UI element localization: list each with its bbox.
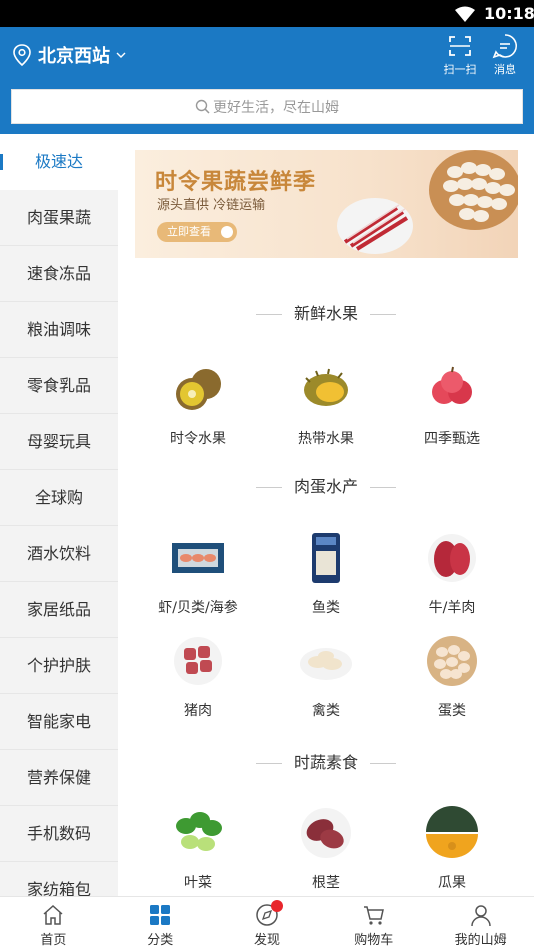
category-item-label: 时令水果 xyxy=(170,431,226,447)
category-item-beef-lamb[interactable]: 牛/羊肉 xyxy=(382,531,522,617)
section-title-vegetables: 时蔬素食 xyxy=(118,749,534,773)
poultry-icon xyxy=(300,648,352,680)
leafy-greens-icon xyxy=(176,812,222,851)
section-title-meat-egg-seafood: 肉蛋水产 xyxy=(118,473,534,497)
banner-food-image xyxy=(337,150,518,254)
category-item-leafy-greens[interactable]: 叶菜 xyxy=(128,806,268,892)
shrimp-icon xyxy=(172,543,224,573)
category-item-label: 瓜果 xyxy=(438,875,466,891)
tab-label: 购物车 xyxy=(354,933,394,948)
tab-discover[interactable]: 发现 xyxy=(214,897,321,949)
kiwi-icon xyxy=(176,369,221,410)
notification-badge xyxy=(270,900,283,912)
category-item-fish[interactable]: 鱼类 xyxy=(256,531,396,617)
pumpkin-icon xyxy=(426,806,478,858)
sidebar-item-baby-toys[interactable]: 母婴玩具 xyxy=(0,414,118,470)
search-input[interactable]: 更好生活，尽在山姆 xyxy=(11,89,523,124)
sidebar-item-meat-egg-produce[interactable]: 肉蛋果蔬 xyxy=(0,190,118,246)
sidebar-item-snacks-dairy[interactable]: 零食乳品 xyxy=(0,358,118,414)
category-item-root-vegetables[interactable]: 根茎 xyxy=(256,806,396,892)
category-item-label: 四季甄选 xyxy=(424,431,480,447)
sidebar-item-express[interactable]: 极速达 xyxy=(0,134,118,190)
tab-my-sams[interactable]: 我的山姆 xyxy=(427,897,534,949)
section-title-fruits: 新鲜水果 xyxy=(118,300,534,324)
tab-label: 首页 xyxy=(40,933,67,948)
apple-icon xyxy=(432,366,472,404)
category-item-label: 叶菜 xyxy=(184,875,212,891)
scan-button[interactable]: 扫一扫 xyxy=(440,33,480,77)
status-time: 10:18 xyxy=(484,4,534,23)
eggs-icon xyxy=(427,636,477,686)
search-icon xyxy=(195,99,210,114)
message-label: 消息 xyxy=(494,63,516,76)
category-item-shrimp-shellfish[interactable]: 虾/贝类/海参 xyxy=(128,531,268,617)
tab-label: 我的山姆 xyxy=(454,933,507,948)
banner-button-label: 立即查看 xyxy=(167,225,211,238)
sidebar-item-personal-care[interactable]: 个护护肤 xyxy=(0,638,118,694)
message-button[interactable]: 消息 xyxy=(485,33,525,77)
category-item-label: 蛋类 xyxy=(438,703,466,719)
category-item-eggs[interactable]: 蛋类 xyxy=(382,634,522,720)
chevron-down-icon xyxy=(116,52,126,58)
sidebar-item-appliances[interactable]: 智能家电 xyxy=(0,694,118,750)
search-placeholder: 更好生活，尽在山姆 xyxy=(213,99,339,116)
pork-icon xyxy=(174,637,222,685)
category-item-label: 热带水果 xyxy=(298,431,354,447)
user-icon xyxy=(470,905,491,927)
category-item-label: 鱼类 xyxy=(312,600,340,616)
location-city: 北京西站 xyxy=(38,46,110,67)
banner-subtitle: 源头直供 冷链运输 xyxy=(157,198,266,213)
sidebar-item-textiles-bags[interactable]: 家纺箱包 xyxy=(0,862,118,896)
fish-pack-icon xyxy=(312,533,340,583)
category-item-label: 猪肉 xyxy=(184,703,212,719)
tab-label: 分类 xyxy=(147,933,174,948)
category-item-seasonal-fruit[interactable]: 时令水果 xyxy=(128,362,268,448)
home-icon xyxy=(43,904,63,925)
category-item-pork[interactable]: 猪肉 xyxy=(128,634,268,720)
sidebar-item-drinks[interactable]: 酒水饮料 xyxy=(0,526,118,582)
location-selector[interactable]: 北京西站 xyxy=(12,41,126,69)
category-item-tropical-fruit[interactable]: 热带水果 xyxy=(256,362,396,448)
durian-icon xyxy=(304,368,348,406)
sidebar-item-digital[interactable]: 手机数码 xyxy=(0,806,118,862)
category-item-poultry[interactable]: 禽类 xyxy=(256,634,396,720)
tab-category[interactable]: 分类 xyxy=(107,897,214,949)
category-item-label: 根茎 xyxy=(312,875,340,891)
arrow-icon xyxy=(221,226,233,238)
banner-button[interactable]: 立即查看 xyxy=(157,222,237,242)
sweet-potato-icon xyxy=(301,808,351,858)
message-icon xyxy=(492,34,517,59)
beef-icon xyxy=(428,534,476,582)
category-sidebar: 极速达 肉蛋果蔬 速食冻品 粮油调味 零食乳品 母婴玩具 全球购 酒水饮料 家居… xyxy=(0,134,118,896)
sidebar-item-global[interactable]: 全球购 xyxy=(0,470,118,526)
cart-icon xyxy=(363,906,384,925)
category-item-label: 虾/贝类/海参 xyxy=(158,600,238,616)
sidebar-item-grain-oil[interactable]: 粮油调味 xyxy=(0,302,118,358)
wifi-icon xyxy=(455,6,475,22)
location-pin-icon xyxy=(13,44,31,67)
category-item-seasonal-select[interactable]: 四季甄选 xyxy=(382,362,522,448)
banner-title: 时令果蔬尝鲜季 xyxy=(155,170,317,195)
status-bar: 10:18 xyxy=(0,0,534,27)
grid-icon xyxy=(150,905,171,925)
tab-cart[interactable]: 购物车 xyxy=(320,897,427,949)
category-item-label: 禽类 xyxy=(312,703,340,719)
tab-label: 发现 xyxy=(253,933,280,948)
scan-label: 扫一扫 xyxy=(443,63,477,76)
bottom-tab-bar: 首页 分类 发现 购物车 我的山姆 xyxy=(0,896,534,949)
promo-banner[interactable]: 时令果蔬尝鲜季 源头直供 冷链运输 立即查看 xyxy=(135,150,518,258)
category-content: 时令果蔬尝鲜季 源头直供 冷链运输 立即查看 新鲜水果 时令水果 热带水果 四季… xyxy=(118,134,534,896)
tab-home[interactable]: 首页 xyxy=(0,897,107,949)
category-item-gourds[interactable]: 瓜果 xyxy=(382,806,522,892)
sidebar-item-home-paper[interactable]: 家居纸品 xyxy=(0,582,118,638)
sidebar-item-frozen[interactable]: 速食冻品 xyxy=(0,246,118,302)
sidebar-item-health[interactable]: 营养保健 xyxy=(0,750,118,806)
scan-icon xyxy=(449,36,471,56)
category-item-label: 牛/羊肉 xyxy=(428,600,476,616)
header: 北京西站 扫一扫 消息 更好生活，尽在山姆 xyxy=(0,27,534,134)
